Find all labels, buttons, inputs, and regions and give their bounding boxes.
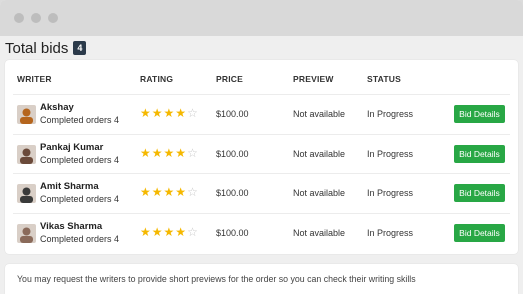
window-control-dot-icon[interactable] bbox=[31, 13, 41, 23]
star-filled-icon: ★ bbox=[140, 224, 151, 239]
preview-info-note: You may request the writers to provide s… bbox=[5, 264, 518, 294]
main-content: Total bids 4 WRITER RATING PRICE PREVIEW… bbox=[0, 36, 523, 294]
writer-name[interactable]: Pankaj Kumar bbox=[40, 142, 103, 153]
star-filled-icon: ★ bbox=[175, 224, 187, 239]
star-rating: ★ ★ ★ ★ ☆ bbox=[140, 186, 198, 198]
star-filled-icon: ★ bbox=[151, 145, 163, 160]
page-title: Total bids bbox=[5, 39, 69, 57]
star-filled-icon: ★ bbox=[140, 145, 151, 160]
table-row: Amit Sharma Completed orders 4 ★ ★ ★ ★ ☆ $100.0… bbox=[13, 173, 510, 212]
bid-price: $100.00 bbox=[216, 109, 249, 119]
writer-name[interactable]: Amit Sharma bbox=[40, 181, 99, 192]
preview-status: Not available bbox=[293, 188, 346, 198]
column-header-status: STATUS bbox=[367, 74, 401, 84]
column-header-preview: PREVIEW bbox=[293, 74, 334, 84]
column-header-rating: RATING bbox=[140, 74, 174, 84]
bid-count-badge: 4 bbox=[73, 41, 87, 55]
star-filled-icon: ★ bbox=[151, 224, 163, 239]
star-empty-icon: ☆ bbox=[187, 145, 198, 160]
avatar bbox=[17, 105, 36, 124]
bid-details-button[interactable]: Bid Details bbox=[454, 223, 505, 242]
column-header-price: PRICE bbox=[216, 74, 243, 84]
star-filled-icon: ★ bbox=[163, 185, 175, 199]
star-filled-icon: ★ bbox=[163, 145, 175, 160]
star-filled-icon: ★ bbox=[175, 145, 187, 160]
bid-status: In Progress bbox=[367, 227, 414, 238]
star-empty-icon: ☆ bbox=[187, 224, 198, 239]
star-rating: ★ ★ ★ ★ ☆ bbox=[140, 226, 198, 238]
column-header-writer: WRITER bbox=[17, 74, 52, 84]
preview-status: Not available bbox=[293, 109, 346, 119]
table-row: Pankaj Kumar Completed orders 4 ★ ★ ★ ★ ☆ $100.… bbox=[13, 133, 510, 173]
info-note-text: You may request the writers to provide s… bbox=[17, 274, 416, 284]
star-filled-icon: ★ bbox=[140, 185, 151, 199]
completed-orders: Completed orders 4 bbox=[40, 233, 120, 244]
bid-price: $100.00 bbox=[216, 188, 249, 198]
avatar bbox=[17, 223, 36, 243]
star-rating: ★ ★ ★ ★ ☆ bbox=[140, 107, 198, 119]
bids-table: WRITER RATING PRICE PREVIEW STATUS Aksha… bbox=[5, 60, 518, 254]
window-control-dot-icon[interactable] bbox=[14, 13, 24, 23]
star-empty-icon: ☆ bbox=[187, 185, 198, 199]
bid-details-button[interactable]: Bid Details bbox=[454, 144, 505, 163]
writer-name[interactable]: Akshay bbox=[40, 102, 74, 113]
table-row: Vikas Sharma Completed orders 4 ★ ★ ★ ★ ☆ $100.… bbox=[13, 212, 510, 252]
star-filled-icon: ★ bbox=[163, 106, 175, 120]
preview-status: Not available bbox=[293, 227, 346, 238]
window-control-dot-icon[interactable] bbox=[48, 13, 58, 23]
bid-details-button[interactable]: Bid Details bbox=[454, 105, 505, 123]
bid-details-button[interactable]: Bid Details bbox=[454, 184, 505, 202]
bid-price: $100.00 bbox=[216, 227, 249, 238]
table-row: Akshay Completed orders 4 ★ ★ ★ ★ ☆ $100.00 Not … bbox=[13, 94, 510, 133]
bid-status: In Progress bbox=[367, 148, 414, 159]
star-filled-icon: ★ bbox=[175, 185, 187, 199]
window-titlebar bbox=[0, 0, 523, 36]
star-filled-icon: ★ bbox=[151, 106, 163, 120]
star-filled-icon: ★ bbox=[175, 106, 187, 120]
completed-orders: Completed orders 4 bbox=[40, 194, 120, 204]
star-rating: ★ ★ ★ ★ ☆ bbox=[140, 147, 198, 159]
star-filled-icon: ★ bbox=[163, 224, 175, 239]
star-filled-icon: ★ bbox=[151, 185, 163, 199]
preview-status: Not available bbox=[293, 148, 346, 159]
bid-price: $100.00 bbox=[216, 148, 249, 159]
star-filled-icon: ★ bbox=[140, 106, 151, 120]
writer-name[interactable]: Vikas Sharma bbox=[40, 221, 102, 232]
avatar bbox=[17, 144, 36, 164]
completed-orders: Completed orders 4 bbox=[40, 115, 120, 125]
page-heading: Total bids 4 bbox=[5, 38, 87, 58]
star-empty-icon: ☆ bbox=[187, 106, 198, 120]
browser-window: Total bids 4 WRITER RATING PRICE PREVIEW… bbox=[0, 0, 523, 294]
table-header: WRITER RATING PRICE PREVIEW STATUS bbox=[5, 60, 518, 94]
completed-orders: Completed orders 4 bbox=[40, 154, 120, 165]
bid-status: In Progress bbox=[367, 109, 414, 119]
avatar bbox=[17, 184, 36, 203]
bid-status: In Progress bbox=[367, 188, 414, 198]
